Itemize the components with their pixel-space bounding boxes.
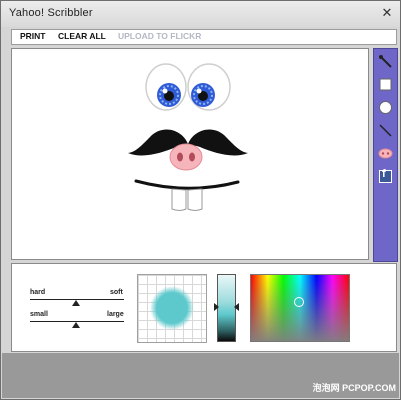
facebook-letter: f: [382, 168, 386, 180]
right-eye: [187, 63, 231, 111]
square-icon[interactable]: [377, 76, 394, 93]
color-picker[interactable]: [250, 274, 350, 342]
menu-bar: PRINT CLEAR ALL UPLOAD TO FLICKR: [11, 29, 397, 45]
line-icon[interactable]: [377, 122, 394, 139]
drawing-canvas[interactable]: [11, 48, 369, 260]
size-min-label: small: [30, 311, 48, 318]
teeth: [171, 188, 203, 211]
clear-all-button[interactable]: CLEAR ALL: [58, 31, 106, 41]
brightness-slider[interactable]: [214, 274, 239, 342]
brush-preview: [137, 274, 207, 343]
facebook-icon[interactable]: f: [377, 168, 394, 185]
window-title: Yahoo! Scribbler: [9, 7, 93, 19]
brush-settings-panel: hard soft small large: [11, 263, 397, 352]
brightness-marker[interactable]: [214, 303, 219, 311]
hardness-max-label: soft: [110, 289, 123, 296]
color-picker-cursor[interactable]: [294, 297, 304, 307]
pig-nose: [169, 143, 203, 171]
pen-icon[interactable]: [377, 53, 394, 70]
print-button[interactable]: PRINT: [20, 31, 46, 41]
hardness-min-label: hard: [30, 289, 46, 296]
stamp-icon[interactable]: [377, 145, 394, 162]
hardness-slider-thumb[interactable]: [72, 300, 80, 306]
brightness-marker-right: [234, 303, 239, 311]
size-max-label: large: [107, 311, 124, 318]
left-eye: [145, 63, 187, 111]
watermark: 泡泡网 PCPOP.COM: [312, 383, 396, 393]
title-bar: Yahoo! Scribbler ✕: [1, 1, 400, 27]
mouth: [134, 179, 240, 190]
scribbler-window: Yahoo! Scribbler ✕ PRINT CLEAR ALL UPLOA…: [0, 0, 401, 400]
size-slider-thumb[interactable]: [72, 322, 80, 328]
close-icon[interactable]: ✕: [380, 6, 394, 20]
face-drawing: [128, 63, 248, 211]
circle-icon[interactable]: [377, 99, 394, 116]
upload-to-flickr-button[interactable]: UPLOAD TO FLICKR: [118, 31, 201, 41]
tool-palette: f: [373, 48, 398, 262]
